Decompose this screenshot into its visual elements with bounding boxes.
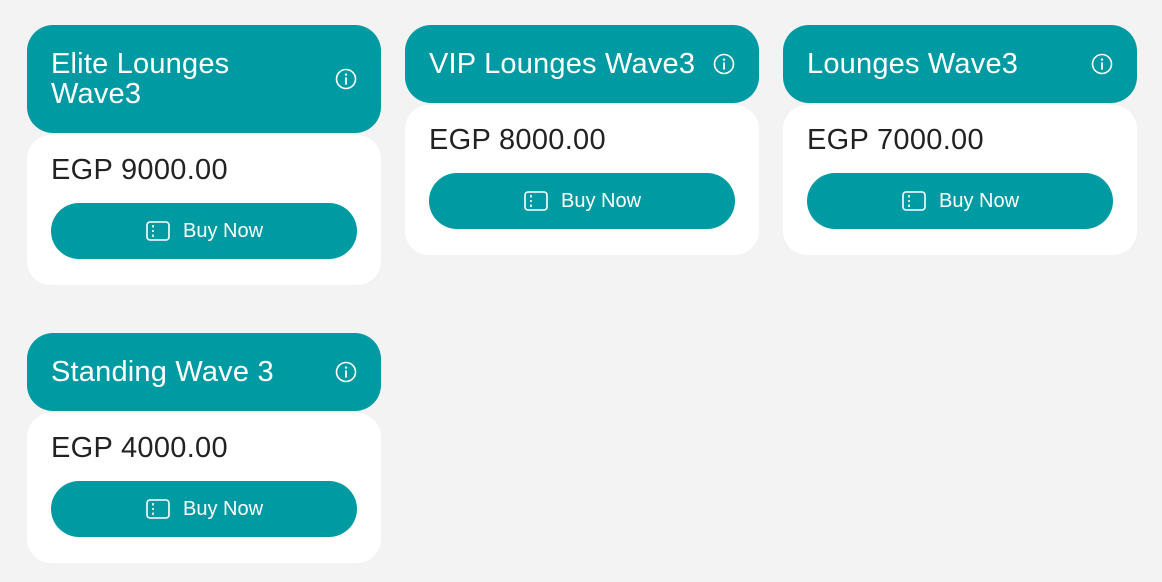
card-body: EGP 7000.00 Buy Now [783, 105, 1137, 255]
info-icon[interactable] [1091, 53, 1113, 75]
ticket-icon [523, 190, 549, 212]
card-body: EGP 8000.00 Buy Now [405, 105, 759, 255]
card-title: Elite Lounges Wave3 [51, 48, 230, 110]
card-title: Lounges Wave3 [807, 48, 1019, 80]
ticket-card-lounges: Lounges Wave3 EGP 7000.00 Buy Now [783, 25, 1137, 255]
card-title: Standing Wave 3 [51, 356, 274, 388]
buy-now-label: Buy Now [182, 497, 264, 520]
card-header: Lounges Wave3 [783, 25, 1137, 103]
ticket-card-vip-lounges: VIP Lounges Wave3 EGP 8000.00 Buy Now [405, 25, 759, 255]
price: EGP 7000.00 [807, 124, 984, 156]
card-header: Elite Lounges Wave3 [27, 25, 381, 133]
ticket-card-standing: Standing Wave 3 EGP 4000.00 Buy Now [27, 333, 381, 563]
price: EGP 9000.00 [51, 154, 228, 186]
info-icon[interactable] [335, 361, 357, 383]
price: EGP 8000.00 [429, 124, 606, 156]
info-icon[interactable] [335, 68, 357, 90]
ticket-icon [901, 190, 927, 212]
buy-now-button[interactable]: Buy Now [807, 173, 1113, 229]
ticket-card-elite-lounges: Elite Lounges Wave3 EGP 9000.00 Buy Now [27, 25, 381, 285]
card-title: VIP Lounges Wave3 [429, 48, 696, 80]
ticket-icon [145, 220, 171, 242]
buy-now-label: Buy Now [938, 189, 1020, 212]
price: EGP 4000.00 [51, 432, 228, 464]
buy-now-label: Buy Now [182, 219, 264, 242]
card-body: EGP 9000.00 Buy Now [27, 135, 381, 285]
card-header: VIP Lounges Wave3 [405, 25, 759, 103]
buy-now-label: Buy Now [560, 189, 642, 212]
ticket-icon [145, 498, 171, 520]
buy-now-button[interactable]: Buy Now [429, 173, 735, 229]
info-icon[interactable] [713, 53, 735, 75]
buy-now-button[interactable]: Buy Now [51, 203, 357, 259]
card-header: Standing Wave 3 [27, 333, 381, 411]
buy-now-button[interactable]: Buy Now [51, 481, 357, 537]
card-body: EGP 4000.00 Buy Now [27, 413, 381, 563]
